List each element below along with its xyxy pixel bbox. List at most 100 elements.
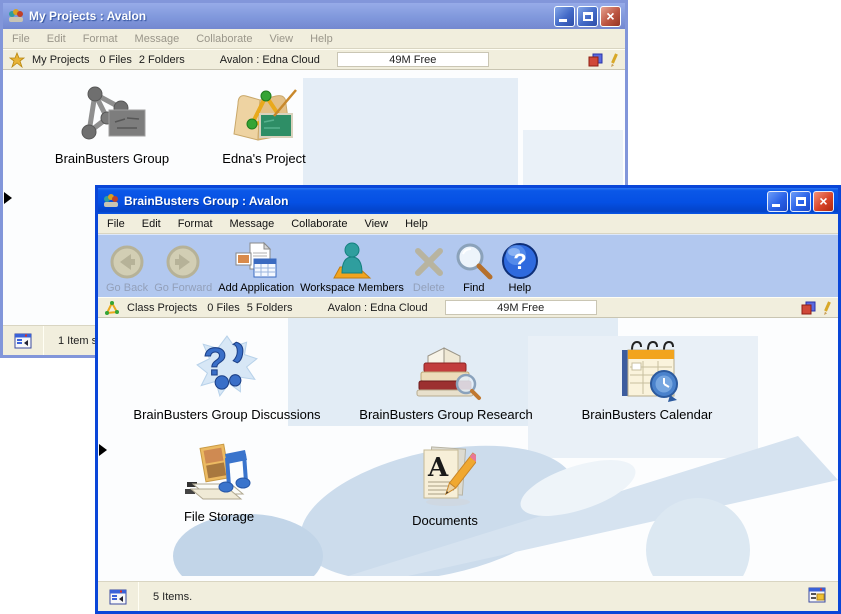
- menubar: File Edit Format Message Collaborate Vie…: [98, 214, 838, 234]
- panel-toggle-button[interactable]: [98, 582, 138, 611]
- workspace-item-research[interactable]: BrainBusters Group Research: [336, 340, 556, 422]
- maximize-icon: [796, 197, 806, 206]
- view-switch-icon: [808, 587, 826, 603]
- minimize-icon: [772, 204, 780, 207]
- go-back-label: Go Back: [106, 282, 148, 294]
- free-space-meter: 49M Free: [445, 300, 597, 315]
- panel-toggle-button[interactable]: [3, 326, 43, 355]
- icon-label: BrainBusters Group Discussions: [133, 407, 320, 422]
- menu-message[interactable]: Message: [135, 33, 180, 45]
- my-projects-icon: [9, 52, 25, 68]
- documents-icon: A: [414, 444, 476, 508]
- toolbar: Go Back Go Forward Add Application: [98, 234, 838, 297]
- menu-edit[interactable]: Edit: [47, 33, 66, 45]
- delete-label: Delete: [413, 282, 445, 294]
- icon-label: BrainBusters Group: [55, 151, 169, 166]
- go-back-icon: [107, 243, 147, 281]
- account-label: Avalon : Edna Cloud: [328, 302, 428, 314]
- discussions-icon: ?: [195, 334, 259, 402]
- close-button[interactable]: ×: [813, 191, 834, 212]
- workspace-item-discussions[interactable]: ? BrainBusters Group Discussions: [117, 334, 337, 422]
- workspace-item-documents[interactable]: A Documents: [335, 444, 555, 528]
- menu-collaborate[interactable]: Collaborate: [291, 218, 347, 230]
- add-application-label: Add Application: [218, 282, 294, 294]
- find-button[interactable]: Find: [454, 241, 494, 294]
- files-count: 0 Files: [207, 302, 239, 314]
- maximize-button[interactable]: [790, 191, 811, 212]
- free-space-meter: 49M Free: [337, 52, 489, 67]
- menu-edit[interactable]: Edit: [142, 218, 161, 230]
- workspace-content-class-projects: ? BrainBusters Group Discussions BrainBu…: [98, 318, 838, 581]
- go-forward-icon: [163, 243, 203, 281]
- workspace-members-icon: [330, 241, 374, 281]
- menu-help[interactable]: Help: [405, 218, 428, 230]
- icon-label: File Storage: [184, 509, 254, 524]
- delete-icon: [410, 243, 448, 281]
- menu-file[interactable]: File: [107, 218, 125, 230]
- close-icon: ×: [814, 193, 833, 209]
- menu-format[interactable]: Format: [178, 218, 213, 230]
- menubar: File Edit Format Message Collaborate Vie…: [3, 29, 625, 49]
- delete-button[interactable]: Delete: [410, 243, 448, 294]
- location-label[interactable]: Class Projects: [127, 302, 197, 314]
- help-icon: ?: [500, 241, 540, 281]
- panel-toggle-icon: [14, 333, 32, 349]
- menu-file[interactable]: File: [12, 33, 30, 45]
- close-button[interactable]: ×: [600, 6, 621, 27]
- layout-icon[interactable]: [588, 53, 603, 67]
- titlebar-brainbusters-group[interactable]: BrainBusters Group : Avalon ×: [98, 188, 838, 214]
- icon-label: BrainBusters Calendar: [582, 407, 713, 422]
- maximize-icon: [583, 12, 593, 21]
- edit-pencil-icon[interactable]: [822, 300, 832, 316]
- edit-pencil-icon[interactable]: [609, 52, 619, 68]
- svg-text:?: ?: [513, 249, 526, 274]
- sidebar-expander[interactable]: [99, 444, 107, 456]
- menu-view[interactable]: View: [364, 218, 388, 230]
- find-icon: [454, 241, 494, 281]
- minimize-button[interactable]: [767, 191, 788, 212]
- location-label[interactable]: My Projects: [32, 54, 89, 66]
- class-projects-icon: [104, 300, 120, 316]
- workspace-item-ednas-project[interactable]: Edna's Project: [164, 84, 364, 166]
- go-forward-label: Go Forward: [154, 282, 212, 294]
- help-button[interactable]: ? Help: [500, 241, 540, 294]
- menu-collaborate[interactable]: Collaborate: [196, 33, 252, 45]
- folders-count: 5 Folders: [247, 302, 293, 314]
- layout-icon[interactable]: [801, 301, 816, 315]
- menu-message[interactable]: Message: [230, 218, 275, 230]
- minimize-button[interactable]: [554, 6, 575, 27]
- sidebar-expander[interactable]: [4, 192, 12, 204]
- go-forward-button[interactable]: Go Forward: [154, 243, 212, 294]
- add-application-icon: [234, 241, 278, 281]
- maximize-button[interactable]: [577, 6, 598, 27]
- add-application-button[interactable]: Add Application: [218, 241, 294, 294]
- help-label: Help: [509, 282, 532, 294]
- project-folder-icon: [230, 84, 298, 146]
- window-brainbusters-group: BrainBusters Group : Avalon × File Edit …: [95, 185, 841, 614]
- view-switch-button[interactable]: [808, 587, 826, 606]
- file-storage-icon: [183, 440, 255, 504]
- icon-label: BrainBusters Group Research: [359, 407, 532, 422]
- minimize-icon: [559, 19, 567, 22]
- go-back-button[interactable]: Go Back: [106, 243, 148, 294]
- menu-view[interactable]: View: [269, 33, 293, 45]
- infobar: Class Projects 0 Files 5 Folders Avalon …: [98, 297, 838, 318]
- calendar-icon: [612, 338, 682, 402]
- panel-toggle-icon: [109, 589, 127, 605]
- folders-count: 2 Folders: [139, 54, 185, 66]
- window-title: BrainBusters Group : Avalon: [124, 194, 762, 208]
- workspace-item-calendar[interactable]: BrainBusters Calendar: [537, 338, 757, 422]
- icon-label: Documents: [412, 513, 478, 528]
- menu-format[interactable]: Format: [83, 33, 118, 45]
- workspace-members-button[interactable]: Workspace Members: [300, 241, 404, 294]
- statusbar: 5 Items.: [98, 581, 838, 611]
- titlebar-my-projects[interactable]: My Projects : Avalon ×: [3, 3, 625, 29]
- account-label: Avalon : Edna Cloud: [220, 54, 320, 66]
- window-title: My Projects : Avalon: [29, 9, 549, 23]
- svg-text:A: A: [427, 453, 449, 483]
- research-books-icon: [410, 340, 482, 402]
- workspace-item-file-storage[interactable]: File Storage: [109, 440, 329, 524]
- infobar: My Projects 0 Files 2 Folders Avalon : E…: [3, 49, 625, 70]
- menu-help[interactable]: Help: [310, 33, 333, 45]
- group-network-icon: [75, 84, 149, 146]
